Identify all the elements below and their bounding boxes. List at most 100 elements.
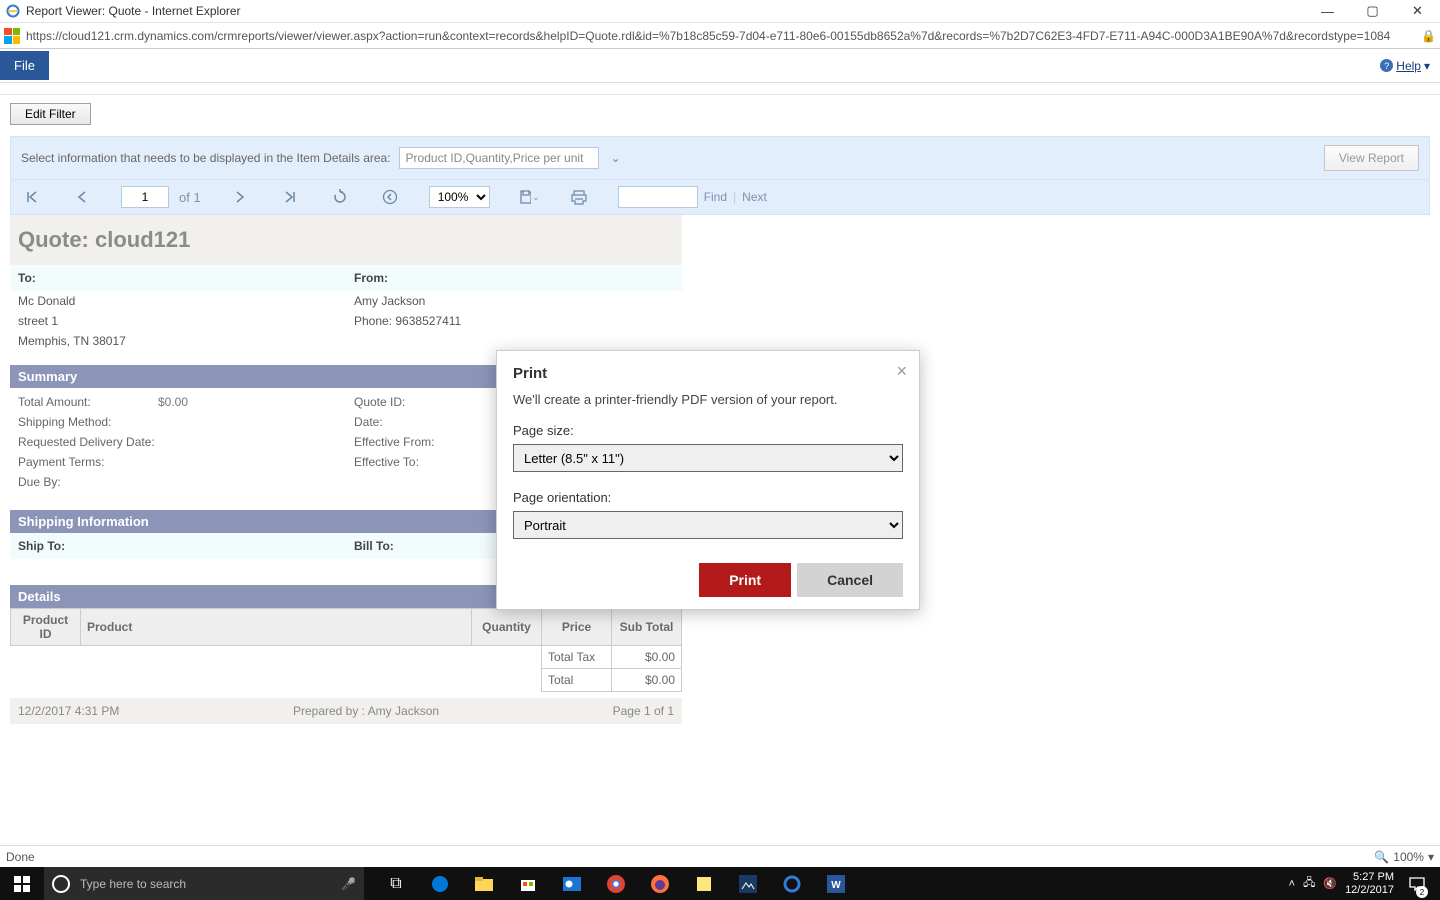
store-icon[interactable]	[506, 867, 550, 900]
menu-strip: File ? Help ▾	[0, 49, 1440, 83]
mic-icon[interactable]: 🎤	[341, 877, 356, 891]
print-button[interactable]	[568, 186, 590, 208]
status-bar: Done 🔍 100% ▾	[0, 845, 1440, 867]
dialog-close-button[interactable]: ×	[896, 361, 907, 382]
filter-row: Edit Filter	[0, 95, 1440, 133]
footer-prepared: Prepared by : Amy Jackson	[119, 704, 612, 718]
from-phone: Phone: 9638527411	[346, 311, 682, 331]
zoom-value: 100%	[1393, 850, 1424, 864]
dialog-desc: We'll create a printer-friendly PDF vers…	[513, 392, 903, 407]
titlebar: Report Viewer: Quote - Internet Explorer…	[0, 0, 1440, 23]
print-dialog: × Print We'll create a printer-friendly …	[496, 350, 920, 610]
help-menu[interactable]: ? Help ▾	[1380, 59, 1430, 73]
save-button[interactable]: ⌄	[518, 186, 540, 208]
clock-time: 5:27 PM	[1345, 871, 1394, 883]
taskbar: Type here to search 🎤 ⧉ W ˄ 🖧 🔇 5:27 PM …	[0, 867, 1440, 900]
params-bar: Select information that needs to be disp…	[10, 136, 1430, 180]
to-name: Mc Donald	[10, 291, 346, 311]
summary-label: Payment Terms:	[18, 455, 158, 469]
tray-chevron-icon[interactable]: ˄	[1289, 878, 1295, 890]
search-placeholder: Type here to search	[80, 877, 186, 891]
print-button[interactable]: Print	[699, 563, 791, 597]
summary-label: Total Amount:	[18, 395, 158, 409]
orientation-select[interactable]: Portrait	[513, 511, 903, 539]
task-view-button[interactable]: ⧉	[374, 867, 418, 900]
taskbar-search[interactable]: Type here to search 🎤	[44, 867, 364, 900]
status-text: Done	[6, 850, 35, 864]
help-icon: ?	[1380, 59, 1393, 72]
clock-date: 12/2/2017	[1345, 884, 1394, 896]
maximize-button[interactable]: ▢	[1350, 0, 1395, 22]
first-page-button[interactable]	[21, 186, 43, 208]
to-city: Memphis, TN 38017	[10, 331, 346, 351]
orientation-label: Page orientation:	[513, 490, 903, 505]
ship-to-label: Ship To:	[10, 533, 346, 559]
footer-date: 12/2/2017 4:31 PM	[18, 704, 119, 718]
close-button[interactable]: ✕	[1395, 0, 1440, 22]
from-label: From:	[346, 265, 682, 291]
edit-filter-button[interactable]: Edit Filter	[10, 103, 91, 125]
dialog-title: Print	[513, 365, 903, 382]
details-table: Product IDProductQuantityPriceSub Total …	[10, 608, 682, 692]
favicon-icon	[4, 28, 20, 44]
ie-icon	[5, 3, 21, 19]
window-title: Report Viewer: Quote - Internet Explorer	[26, 4, 241, 18]
combo-value: Product ID,Quantity,Price per unit	[406, 151, 584, 165]
network-icon[interactable]: 🖧	[1303, 874, 1315, 893]
ie-taskbar-icon[interactable]	[770, 867, 814, 900]
summary-label: Requested Delivery Date:	[18, 435, 158, 449]
help-label: Help	[1396, 59, 1421, 73]
item-details-combo[interactable]: Product ID,Quantity,Price per unit	[399, 147, 599, 169]
find-next-link[interactable]: Next	[742, 190, 767, 204]
url-text[interactable]: https://cloud121.crm.dynamics.com/crmrep…	[26, 29, 1413, 43]
summary-label: Effective To:	[354, 455, 494, 469]
zoom-chevron-icon[interactable]: ▾	[1428, 850, 1434, 864]
to-label: To:	[10, 265, 346, 291]
prev-page-button[interactable]	[71, 186, 93, 208]
column-header: Product ID	[11, 609, 81, 646]
refresh-button[interactable]	[329, 186, 351, 208]
cancel-button[interactable]: Cancel	[797, 563, 903, 597]
back-button[interactable]	[379, 186, 401, 208]
firefox-icon[interactable]	[638, 867, 682, 900]
notif-badge: 2	[1416, 886, 1428, 898]
column-header: Quantity	[472, 609, 542, 646]
pagesize-select[interactable]: Letter (8.5" x 11")	[513, 444, 903, 472]
zoom-icon: 🔍	[1374, 850, 1389, 864]
outlook-icon[interactable]	[550, 867, 594, 900]
summary-label: Shipping Method:	[18, 415, 158, 429]
lock-icon: 🔒	[1421, 29, 1436, 43]
svg-text:W: W	[831, 880, 841, 891]
notes-icon[interactable]	[682, 867, 726, 900]
chevron-down-icon: ▾	[1424, 59, 1430, 73]
report-toolbar: of 1 100% ⌄ Find | Next	[10, 180, 1430, 215]
total-value: $0.00	[612, 646, 682, 669]
page-input[interactable]	[121, 186, 169, 208]
summary-label: Due By:	[18, 475, 158, 489]
chevron-down-icon[interactable]: ⌄	[611, 151, 621, 165]
start-button[interactable]	[0, 867, 44, 900]
total-value: $0.00	[612, 669, 682, 692]
chrome-icon[interactable]	[594, 867, 638, 900]
word-icon[interactable]: W	[814, 867, 858, 900]
minimize-button[interactable]: —	[1305, 0, 1350, 22]
report-title: Quote: cloud121	[10, 215, 682, 265]
file-explorer-icon[interactable]	[462, 867, 506, 900]
zoom-select[interactable]: 100%	[429, 186, 490, 208]
file-menu[interactable]: File	[0, 51, 49, 80]
clock[interactable]: 5:27 PM 12/2/2017	[1345, 871, 1394, 895]
total-label: Total Tax	[542, 646, 612, 669]
action-center-button[interactable]: 2	[1402, 867, 1432, 900]
volume-icon[interactable]: 🔇	[1323, 877, 1337, 890]
next-page-button[interactable]	[229, 186, 251, 208]
last-page-button[interactable]	[279, 186, 301, 208]
find-input[interactable]	[618, 186, 698, 208]
summary-label: Date:	[354, 415, 494, 429]
pagesize-label: Page size:	[513, 423, 903, 438]
edge-icon[interactable]	[418, 867, 462, 900]
find-link[interactable]: Find	[704, 190, 727, 204]
app-icon[interactable]	[726, 867, 770, 900]
footer-page: Page 1 of 1	[613, 704, 674, 718]
address-bar: https://cloud121.crm.dynamics.com/crmrep…	[0, 23, 1440, 49]
view-report-button[interactable]: View Report	[1324, 145, 1419, 171]
